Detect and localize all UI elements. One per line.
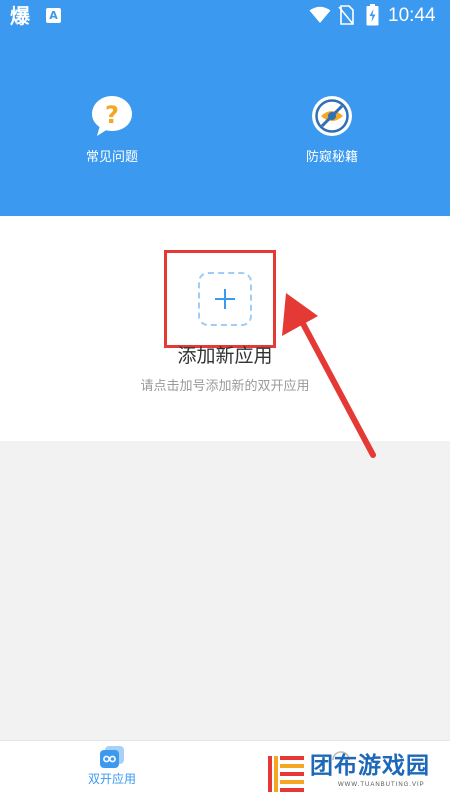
- status-time: 10:44: [388, 5, 436, 26]
- shield-eye-icon: [312, 96, 352, 136]
- app-notification-icon: 爆: [10, 4, 30, 28]
- faq-label: 常见问题: [85, 150, 138, 165]
- annotation-highlight-box: [164, 250, 276, 348]
- header: 爆 A 10:44 ? 常见问题 防窥秘籍: [0, 0, 450, 216]
- faq-button[interactable]: ? 常见问题: [52, 94, 172, 167]
- watermark-text: 团布游戏园: [310, 753, 430, 779]
- privacy-guide-label: 防窥秘籍: [305, 150, 358, 165]
- add-app-hint: 请点击加号添加新的双开应用: [140, 379, 310, 394]
- no-sim-icon: [338, 5, 354, 25]
- privacy-guide-button[interactable]: 防窥秘籍: [272, 94, 392, 167]
- status-bar: 爆 A 10:44: [0, 0, 450, 32]
- tab-dual-apps[interactable]: 双开应用: [72, 745, 152, 787]
- add-app-panel: 添加新应用 请点击加号添加新的双开应用: [0, 216, 450, 441]
- svg-text:?: ?: [105, 101, 119, 129]
- add-app-title: 添加新应用: [177, 345, 273, 367]
- watermark-logo-icon: [268, 756, 304, 792]
- battery-charging-icon: [366, 4, 379, 26]
- watermark: 团布游戏园 WWW.TUANBUTING.VIP: [266, 750, 450, 798]
- tab-dual-apps-label: 双开应用: [87, 772, 136, 786]
- a-notification-icon: A: [46, 8, 61, 23]
- watermark-url: WWW.TUANBUTING.VIP: [338, 782, 425, 788]
- question-bubble-icon: ?: [92, 96, 132, 136]
- dual-app-icon: [100, 746, 124, 768]
- wifi-icon: [309, 6, 331, 23]
